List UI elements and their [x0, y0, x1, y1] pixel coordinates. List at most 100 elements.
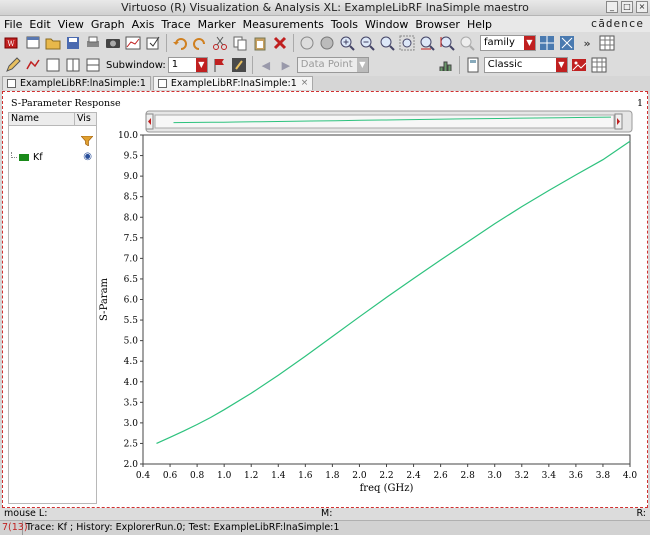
y-tick-label: 3.5	[124, 398, 139, 408]
x-axis-label: freq (GHz)	[360, 483, 414, 494]
x-tick-label: 1.0	[217, 471, 232, 481]
message-status-bar: 7(13) Trace: Kf ; History: ExplorerRun.0…	[0, 520, 650, 535]
x-tick-label: 3.4	[542, 471, 557, 481]
legend-row-kf[interactable]: Kf ◉	[11, 151, 95, 163]
separator	[293, 34, 294, 52]
menu-trace[interactable]: Trace	[161, 18, 190, 31]
mouse-right-status: R:	[636, 508, 646, 519]
paste-icon[interactable]	[251, 34, 269, 52]
x-tick-label: 1.2	[244, 471, 258, 481]
menu-help[interactable]: Help	[467, 18, 492, 31]
grid-layout-icon[interactable]	[538, 34, 556, 52]
separator	[251, 56, 253, 74]
subwindow-select[interactable]: 1 ▼	[167, 57, 208, 73]
edit-checkbox-icon[interactable]	[144, 34, 162, 52]
x-tick-label: 0.6	[163, 471, 178, 481]
x-tick-label: 1.6	[298, 471, 313, 481]
circle-filled-icon[interactable]	[318, 34, 336, 52]
redo-icon[interactable]	[191, 34, 209, 52]
trace-color-swatch	[19, 153, 29, 161]
y-tick-label: 2.0	[124, 460, 139, 470]
zoom-box-icon[interactable]	[398, 34, 416, 52]
x-tick-label: 2.0	[352, 471, 367, 481]
menu-marker[interactable]: Marker	[198, 18, 236, 31]
layout-single-icon[interactable]	[44, 56, 62, 74]
menu-graph[interactable]: Graph	[91, 18, 125, 31]
close-tab-icon[interactable]: ×	[301, 77, 309, 90]
menu-window[interactable]: Window	[365, 18, 408, 31]
next-arrow-icon[interactable]: ▶	[277, 56, 295, 74]
marker-tool-icon[interactable]	[24, 56, 42, 74]
histogram-icon[interactable]	[437, 56, 455, 74]
x-tick-label: 2.8	[461, 471, 476, 481]
separator	[166, 34, 167, 52]
layout-rows-icon[interactable]	[84, 56, 102, 74]
menu-browser[interactable]: Browser	[415, 18, 460, 31]
layout-columns-icon[interactable]	[64, 56, 82, 74]
x-tick-label: 2.6	[433, 471, 448, 481]
x-tick-label: 0.4	[136, 471, 151, 481]
open-folder-icon[interactable]	[44, 34, 62, 52]
zoom-y-icon[interactable]	[438, 34, 456, 52]
zoom-fit-icon[interactable]	[378, 34, 396, 52]
x-tick-label: 3.8	[596, 471, 611, 481]
prev-arrow-icon[interactable]: ◀	[257, 56, 275, 74]
y-tick-label: 9.0	[124, 172, 139, 182]
flag-icon[interactable]	[210, 56, 228, 74]
tab-label: ExampleLibRF:lnaSimple:1	[170, 78, 297, 89]
menu-edit[interactable]: Edit	[29, 18, 50, 31]
legend-header: Name Vis	[9, 113, 96, 126]
y-tick-label: 10.0	[118, 131, 138, 141]
cut-icon[interactable]	[211, 34, 229, 52]
more-tools-icon[interactable]: »	[578, 34, 596, 52]
x-axis: 0.4 0.6 0.8 1.0 1.2 1.4 1.6 1.8 2.0 2.2 2.4 2.6 2.8 3…	[136, 464, 637, 481]
zoom-out-icon[interactable]	[358, 34, 376, 52]
highlight-icon[interactable]	[230, 56, 248, 74]
plot-window-icon[interactable]	[124, 34, 142, 52]
menu-file[interactable]: File	[4, 18, 22, 31]
legend-col-vis[interactable]: Vis	[75, 113, 91, 125]
tab-examplelibrf-1[interactable]: ExampleLibRF:lnaSimple:1	[2, 76, 151, 90]
zoom-in-icon[interactable]	[338, 34, 356, 52]
svg-text:W: W	[7, 40, 15, 48]
tab-label: ExampleLibRF:lnaSimple:1	[20, 78, 146, 89]
undo-icon[interactable]	[171, 34, 189, 52]
camera-icon[interactable]	[104, 34, 122, 52]
print-icon[interactable]	[84, 34, 102, 52]
menu-axis[interactable]: Axis	[132, 18, 155, 31]
grid-split-icon[interactable]	[558, 34, 576, 52]
menu-view[interactable]: View	[58, 18, 84, 31]
separator	[458, 56, 460, 74]
style-select[interactable]: Classic ▼	[483, 57, 568, 73]
copy-icon[interactable]	[231, 34, 249, 52]
image-export-icon[interactable]	[570, 56, 588, 74]
cadence-logo: cādence	[590, 17, 644, 30]
x-tick-label: 1.4	[271, 471, 286, 481]
eye-icon[interactable]: ◉	[83, 151, 92, 162]
calculator-icon[interactable]	[464, 56, 482, 74]
x-zoom-strip[interactable]	[145, 110, 633, 133]
zoom-disabled-icon[interactable]	[458, 34, 476, 52]
window-menu-icon[interactable]: W	[4, 34, 22, 52]
window-controls: _ □ ×	[606, 1, 648, 13]
maximize-button[interactable]: □	[621, 1, 633, 13]
save-icon[interactable]	[64, 34, 82, 52]
family-select[interactable]: family ▼	[480, 35, 536, 51]
legend-col-name[interactable]: Name	[9, 113, 75, 125]
tab-examplelibrf-2[interactable]: ExampleLibRF:lnaSimple:1 ×	[152, 76, 314, 90]
filter-icon[interactable]	[81, 136, 93, 146]
y-tick-label: 9.5	[124, 152, 139, 162]
menu-tools[interactable]: Tools	[331, 18, 358, 31]
datapoint-select[interactable]: Data Point ▼	[296, 57, 369, 73]
trace-name: Kf	[33, 151, 43, 163]
pencil-icon[interactable]	[4, 56, 22, 74]
minimize-button[interactable]: _	[606, 1, 618, 13]
circle-outline-icon[interactable]	[298, 34, 316, 52]
zoom-x-icon[interactable]	[418, 34, 436, 52]
table-grid-icon[interactable]	[590, 56, 608, 74]
table-view-icon[interactable]	[598, 34, 616, 52]
close-window-button[interactable]: ×	[636, 1, 648, 13]
menu-measurements[interactable]: Measurements	[243, 18, 324, 31]
new-window-icon[interactable]	[24, 34, 42, 52]
delete-icon[interactable]	[271, 34, 289, 52]
